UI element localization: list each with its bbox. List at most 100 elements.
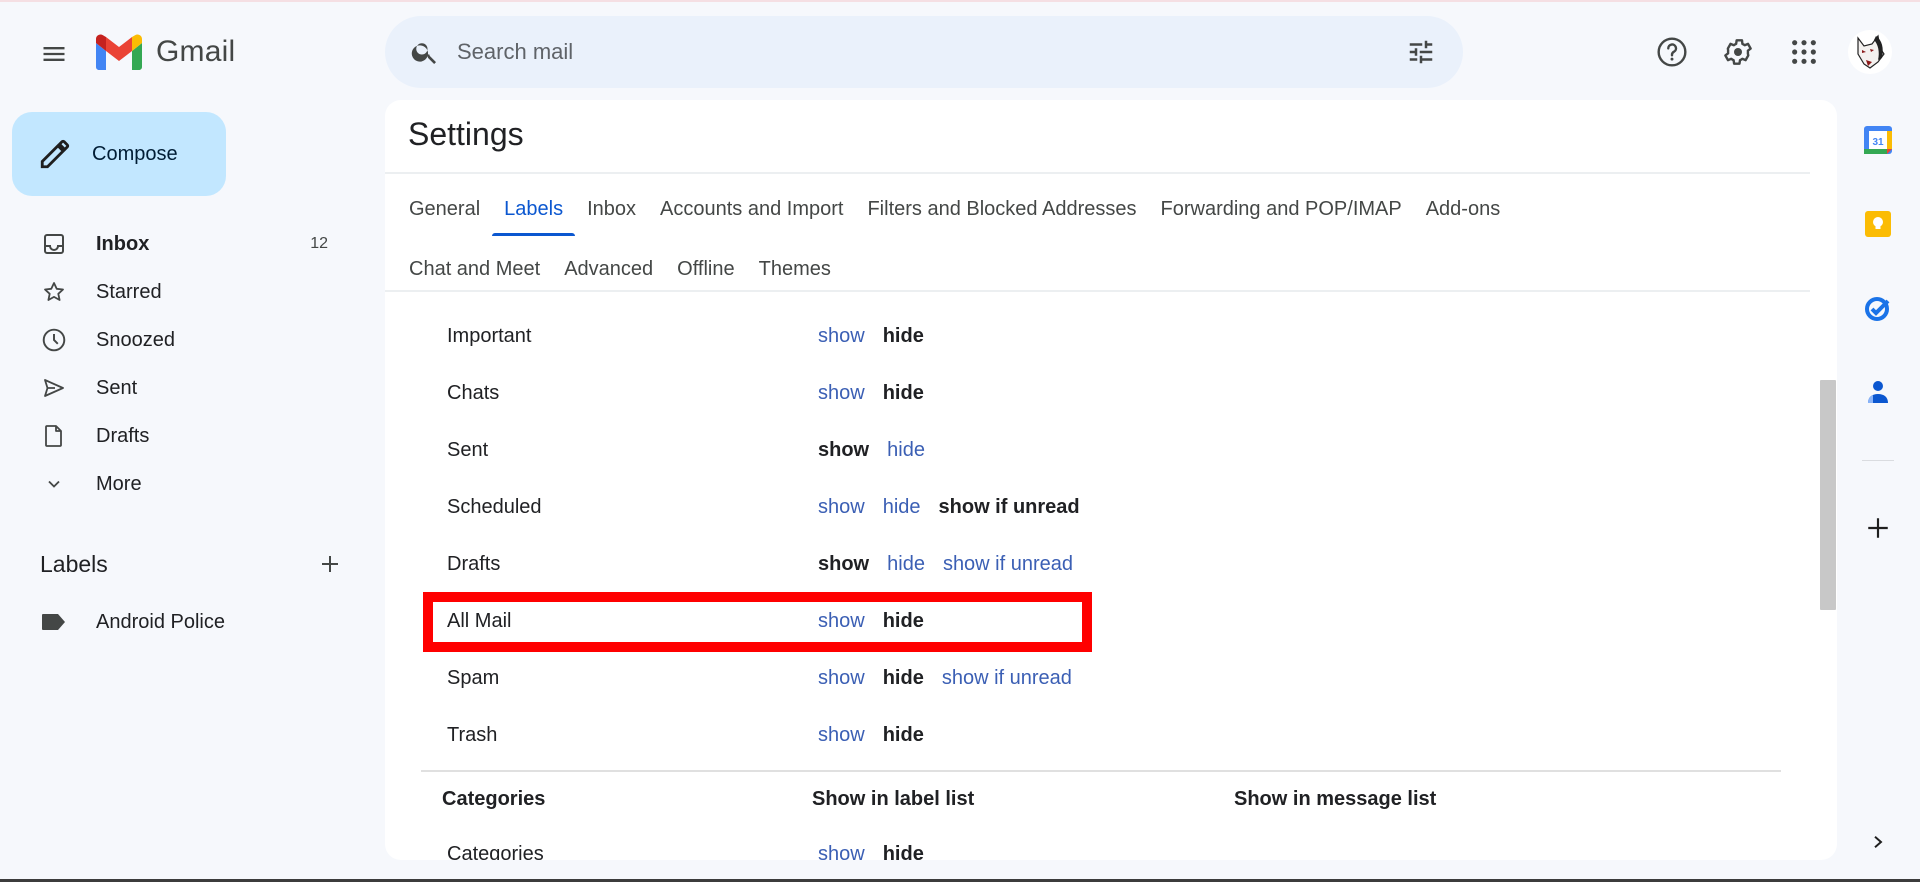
label-row-scheduled: Scheduled show hide show if unread [385, 479, 1585, 536]
tasks-app-button[interactable] [1850, 280, 1906, 336]
label-name: All Mail [447, 610, 512, 632]
label-icon [40, 608, 68, 636]
google-tasks-icon [1865, 297, 1890, 321]
tab-themes[interactable]: Themes [753, 244, 837, 294]
search-icon [411, 43, 436, 64]
sidebar-item-label: More [96, 472, 142, 495]
categories-column-header: Categories [442, 788, 546, 810]
keep-app-button[interactable] [1850, 196, 1906, 252]
clock-icon [40, 326, 68, 354]
label-row-drafts: Drafts show hide show if unread [385, 536, 1585, 593]
contacts-app-button[interactable] [1850, 364, 1906, 420]
get-add-ons-button[interactable] [1850, 500, 1906, 556]
hide-option[interactable]: hide [887, 439, 925, 462]
sidebar-item-drafts[interactable]: Drafts [0, 412, 356, 460]
account-toolbar [1644, 24, 1920, 80]
show-option[interactable]: show [818, 382, 865, 405]
inbox-unread-count: 12 [310, 235, 328, 252]
sidebar-item-label: Inbox [96, 232, 150, 255]
labels-title: Labels [40, 550, 108, 577]
settings-button[interactable] [1710, 24, 1766, 80]
tab-general[interactable]: General [403, 184, 486, 234]
show-option[interactable]: show [818, 667, 865, 690]
help-icon [1657, 37, 1687, 67]
show-option[interactable]: show [818, 610, 865, 633]
hide-option[interactable]: hide [883, 496, 921, 519]
visibility-options: show hide show if unread [818, 496, 1080, 519]
label-row-all-mail: All Mail show hide [385, 593, 1585, 650]
chevron-right-icon [1874, 836, 1883, 848]
account-avatar[interactable] [1848, 30, 1892, 74]
tab-labels[interactable]: Labels [492, 184, 576, 236]
label-row-categories: Categories show hide [385, 826, 1585, 860]
tab-offline[interactable]: Offline [671, 244, 740, 294]
visibility-options: show hide show if unread [818, 667, 1072, 690]
tab-chat-and-meet[interactable]: Chat and Meet [403, 244, 546, 294]
show-side-panel-button[interactable] [1862, 822, 1894, 862]
show-option[interactable]: show [818, 843, 865, 860]
plus-icon [1868, 518, 1888, 538]
show-option[interactable]: show [818, 325, 865, 348]
sidebar-item-sent[interactable]: Sent [0, 364, 356, 412]
show-if-unread-option[interactable]: show if unread [943, 553, 1073, 576]
tab-accounts-and-import[interactable]: Accounts and Import [654, 184, 849, 234]
label-name: Important [447, 325, 532, 347]
plus-icon [322, 556, 338, 572]
visibility-options: show hide [818, 325, 924, 348]
google-keep-icon [1865, 211, 1891, 237]
label-name: Scheduled [447, 496, 542, 518]
sidebar-item-starred[interactable]: Starred [0, 268, 356, 316]
hide-option[interactable]: hide [887, 553, 925, 576]
google-calendar-icon: 31 [1864, 126, 1892, 154]
google-apps-button[interactable] [1776, 24, 1832, 80]
sidebar-item-label: Sent [96, 376, 138, 399]
hide-option: hide [882, 610, 924, 632]
show-if-unread-option[interactable]: show if unread [942, 667, 1072, 690]
show-in-message-list-header: Show in message list [1234, 788, 1437, 810]
divider [1862, 460, 1894, 461]
main-menu-button[interactable] [30, 30, 78, 78]
show-if-unread-option: show if unread [938, 496, 1080, 518]
tab-inbox[interactable]: Inbox [581, 184, 642, 234]
scrollbar-thumb[interactable] [1820, 380, 1836, 610]
search-button[interactable] [397, 24, 453, 80]
compose-button[interactable]: Compose [12, 112, 226, 196]
show-option[interactable]: show [818, 724, 865, 747]
sidebar-item-more[interactable]: More [0, 460, 356, 508]
label-name: Categories [447, 843, 544, 860]
show-option: show [818, 553, 870, 575]
sidebar-item-snoozed[interactable]: Snoozed [0, 316, 356, 364]
sidebar-item-label-android-police[interactable]: Android Police [0, 598, 356, 646]
tab-add-ons[interactable]: Add-ons [1420, 184, 1507, 234]
tab-forwarding-and-pop-imap[interactable]: Forwarding and POP/IMAP [1155, 184, 1408, 234]
compose-label: Compose [92, 142, 178, 165]
tab-filters-and-blocked-addresses[interactable]: Filters and Blocked Addresses [861, 184, 1142, 234]
search-options-button[interactable] [1393, 24, 1449, 80]
tune-icon [1409, 40, 1433, 64]
support-button[interactable] [1644, 24, 1700, 80]
settings-tabs-row-2: Chat and Meet Advanced Offline Themes [403, 244, 849, 294]
visibility-options: show hide [818, 382, 924, 405]
label-name: Sent [447, 439, 489, 461]
app-name: Gmail [156, 35, 236, 68]
gmail-m-icon [96, 34, 142, 70]
pencil-icon [40, 139, 70, 169]
hide-option: hide [882, 843, 924, 860]
label-row-chats: Chats show hide [385, 365, 1585, 422]
tab-advanced[interactable]: Advanced [558, 244, 659, 294]
fox-mask-avatar-icon [1857, 34, 1885, 69]
hide-option: hide [882, 325, 924, 347]
gear-icon [1724, 39, 1752, 65]
calendar-app-button[interactable]: 31 [1850, 112, 1906, 168]
label-row-sent: Sent show hide [385, 422, 1585, 479]
sidebar-item-inbox[interactable]: Inbox 12 [0, 220, 356, 268]
gmail-logo[interactable]: Gmail [96, 34, 235, 70]
label-name: Trash [447, 724, 498, 746]
divider [385, 172, 1810, 174]
search-input[interactable] [457, 39, 1393, 65]
create-label-button[interactable] [310, 544, 350, 584]
labels-section-header: Labels [40, 544, 350, 584]
draft-icon [40, 422, 68, 450]
show-option[interactable]: show [818, 496, 865, 519]
hide-option: hide [882, 382, 924, 404]
